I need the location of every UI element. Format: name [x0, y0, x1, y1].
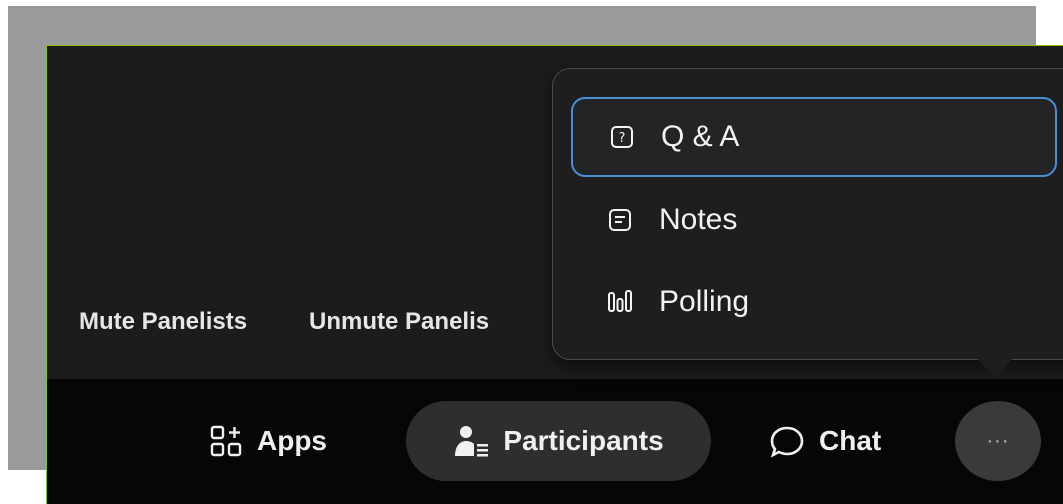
unmute-panelists-button[interactable]: Unmute Panelis: [309, 308, 489, 336]
menu-caret: [975, 356, 1015, 378]
menu-item-notes[interactable]: Notes: [571, 180, 1057, 260]
polling-icon: [607, 289, 633, 315]
menu-item-polling[interactable]: Polling: [571, 262, 1057, 342]
participants-label: Participants: [503, 425, 664, 456]
more-options-menu: ? Q & A Notes Polling: [552, 68, 1063, 360]
apps-button[interactable]: Apps: [209, 401, 327, 481]
chat-bubble-icon: [769, 424, 805, 458]
menu-item-qa-label: Q & A: [661, 120, 740, 153]
chat-label: Chat: [819, 425, 882, 456]
more-options-button[interactable]: ···: [955, 401, 1041, 481]
more-dots-icon: ···: [986, 429, 1010, 452]
apps-icon: [209, 424, 243, 458]
participants-button[interactable]: Participants: [406, 401, 711, 481]
apps-label: Apps: [257, 425, 327, 456]
participants-icon: [453, 424, 489, 458]
menu-item-qa[interactable]: ? Q & A: [571, 97, 1057, 177]
svg-text:?: ?: [619, 131, 626, 146]
question-box-icon: ?: [609, 124, 635, 150]
mute-panelists-button[interactable]: Mute Panelists: [79, 308, 247, 336]
menu-item-polling-label: Polling: [659, 285, 750, 318]
chat-button[interactable]: Chat: [769, 401, 881, 481]
panelist-actions: Mute Panelists Unmute Panelis: [79, 308, 489, 336]
notes-icon: [607, 207, 633, 233]
menu-item-notes-label: Notes: [659, 203, 738, 236]
